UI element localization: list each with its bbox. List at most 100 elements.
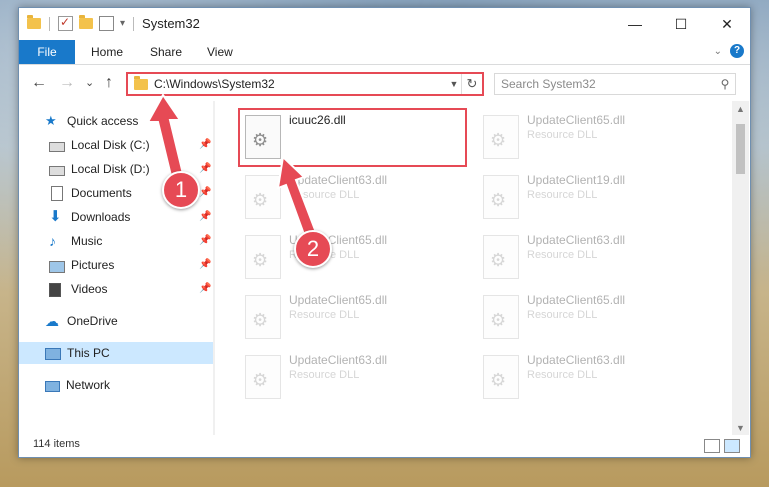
new-folder-icon[interactable] xyxy=(79,15,93,29)
downloads-icon: ⬇ xyxy=(49,208,62,225)
pin-icon[interactable]: 📌 xyxy=(199,139,211,150)
tab-file[interactable]: File xyxy=(19,40,75,64)
sidebar-item-local-disk-c[interactable]: Local Disk (C:) xyxy=(49,134,150,156)
properties-check-icon[interactable] xyxy=(58,15,73,31)
divider xyxy=(133,16,135,31)
sidebar-item-label: Documents xyxy=(71,186,132,200)
file-item[interactable]: UpdateClient65.dll Resource DLL xyxy=(477,111,707,169)
dll-file-icon xyxy=(483,295,519,339)
tab-home[interactable]: Home xyxy=(79,40,135,64)
file-type: Resource DLL xyxy=(527,189,598,201)
file-name: UpdateClient65.dll xyxy=(527,113,626,127)
file-type: Resource DLL xyxy=(289,369,360,381)
customize-icon[interactable] xyxy=(99,16,114,31)
navigation-bar: ← → ⌄ ↑ C:\Windows\System32 ▼ ↻ Search S… xyxy=(19,65,750,101)
file-type: Resource DLL xyxy=(527,129,598,141)
scrollbar-thumb[interactable] xyxy=(736,124,745,174)
music-icon: ♪ xyxy=(49,233,56,249)
address-path[interactable]: C:\Windows\System32 xyxy=(154,77,447,91)
pin-icon[interactable]: 📌 xyxy=(199,259,211,270)
scroll-up-icon[interactable]: ▲ xyxy=(736,104,745,114)
dll-file-icon xyxy=(483,115,519,159)
sidebar-item-label: Videos xyxy=(71,282,108,296)
refresh-button[interactable]: ↻ xyxy=(461,74,482,94)
file-type: Resource DLL xyxy=(527,249,598,261)
file-type: Resource DLL xyxy=(289,189,360,201)
videos-icon xyxy=(49,283,61,297)
address-bar[interactable]: C:\Windows\System32 ▼ ↻ xyxy=(126,72,484,96)
file-name: UpdateClient19.dll xyxy=(527,173,626,187)
window-controls: — ☐ ✕ xyxy=(612,8,750,40)
close-button[interactable]: ✕ xyxy=(704,8,750,40)
network-icon xyxy=(45,381,60,392)
pin-icon[interactable]: 📌 xyxy=(199,283,211,294)
file-item[interactable]: UpdateClient65.dllResource DLL xyxy=(239,231,469,289)
divider xyxy=(49,16,50,31)
back-button[interactable]: ← xyxy=(31,74,47,92)
dll-file-icon xyxy=(483,355,519,399)
sidebar-item-music[interactable]: ♪ Music xyxy=(49,230,102,252)
file-type: Resource DLL xyxy=(289,309,360,321)
search-input[interactable]: Search System32 xyxy=(495,77,715,91)
drive-icon xyxy=(49,166,65,176)
dll-file-icon xyxy=(245,295,281,339)
status-bar: 114 items xyxy=(19,435,750,457)
sidebar-item-documents[interactable]: Documents xyxy=(49,182,132,204)
qat-dropdown-icon[interactable]: ▾ xyxy=(120,18,125,29)
sidebar-item-label: Quick access xyxy=(67,114,139,128)
sidebar-item-onedrive[interactable]: ☁ OneDrive xyxy=(45,310,118,332)
star-icon: ★ xyxy=(45,113,57,128)
documents-icon xyxy=(51,185,63,201)
annotation-highlight-box xyxy=(238,108,467,167)
recent-locations-button[interactable]: ⌄ xyxy=(85,76,94,89)
file-item[interactable]: UpdateClient63.dll Resource DLL xyxy=(477,351,707,409)
dll-file-icon xyxy=(245,235,281,279)
sidebar-item-label: Pictures xyxy=(71,258,115,272)
minimize-button[interactable]: — xyxy=(612,8,658,40)
quick-access-toolbar: ▾ System32 xyxy=(27,15,200,31)
file-name: UpdateClient63.dll xyxy=(527,353,626,367)
vertical-scrollbar[interactable]: ▲ ▼ xyxy=(732,101,749,435)
sidebar-item-label: Local Disk (C:) xyxy=(71,138,150,152)
search-icon[interactable]: ⚲ xyxy=(715,77,735,91)
file-item[interactable]: UpdateClient63.dll Resource DLL xyxy=(239,351,469,409)
expand-ribbon-icon[interactable]: ⌄ xyxy=(714,46,722,57)
file-item[interactable]: UpdateClient63.dll Resource DLL xyxy=(477,231,707,289)
help-icon[interactable]: ? xyxy=(730,44,744,58)
file-item[interactable]: UpdateClient65.dllResource DLL xyxy=(477,291,707,349)
file-name: UpdateClient63.dll xyxy=(289,173,388,187)
sidebar-item-downloads[interactable]: ⬇ Downloads xyxy=(49,206,130,228)
sidebar-item-videos[interactable]: Videos xyxy=(49,278,107,300)
callout-2: 2 xyxy=(294,230,332,268)
details-view-icon[interactable] xyxy=(704,439,720,453)
pin-icon[interactable]: 📌 xyxy=(199,235,211,246)
up-button[interactable]: ↑ xyxy=(105,74,113,92)
file-type: Resource DLL xyxy=(527,309,598,321)
file-item[interactable]: UpdateClient63.dll Resource DLL xyxy=(239,171,469,229)
callout-1: 1 xyxy=(162,171,200,209)
dll-file-icon xyxy=(483,235,519,279)
sidebar-item-this-pc[interactable]: This PC xyxy=(19,342,213,364)
sidebar-item-quick-access[interactable]: ★ Quick access xyxy=(45,110,138,132)
sidebar-item-pictures[interactable]: Pictures xyxy=(49,254,114,276)
folder-icon xyxy=(134,75,148,90)
search-box[interactable]: Search System32 ⚲ xyxy=(494,73,736,95)
pin-icon[interactable]: 📌 xyxy=(199,187,211,198)
sidebar-item-network[interactable]: Network xyxy=(45,374,110,396)
maximize-button[interactable]: ☐ xyxy=(658,8,704,40)
tab-view[interactable]: View xyxy=(195,40,245,64)
large-icons-view-icon[interactable] xyxy=(724,439,740,453)
address-dropdown-icon[interactable]: ▼ xyxy=(447,79,461,89)
sidebar-item-label: Local Disk (D:) xyxy=(71,162,150,176)
pc-icon xyxy=(45,348,61,360)
file-item[interactable]: UpdateClient19.dll Resource DLL xyxy=(477,171,707,229)
file-item[interactable]: UpdateClient65.dll Resource DLL xyxy=(239,291,469,349)
dll-file-icon xyxy=(245,175,281,219)
forward-button[interactable]: → xyxy=(59,74,75,92)
file-name: UpdateClient65.dll xyxy=(289,293,388,307)
pin-icon[interactable]: 📌 xyxy=(199,211,211,222)
pin-icon[interactable]: 📌 xyxy=(199,163,211,174)
tab-share[interactable]: Share xyxy=(138,40,194,64)
sidebar-item-local-disk-d[interactable]: Local Disk (D:) xyxy=(49,158,150,180)
scroll-down-icon[interactable]: ▼ xyxy=(736,423,745,433)
